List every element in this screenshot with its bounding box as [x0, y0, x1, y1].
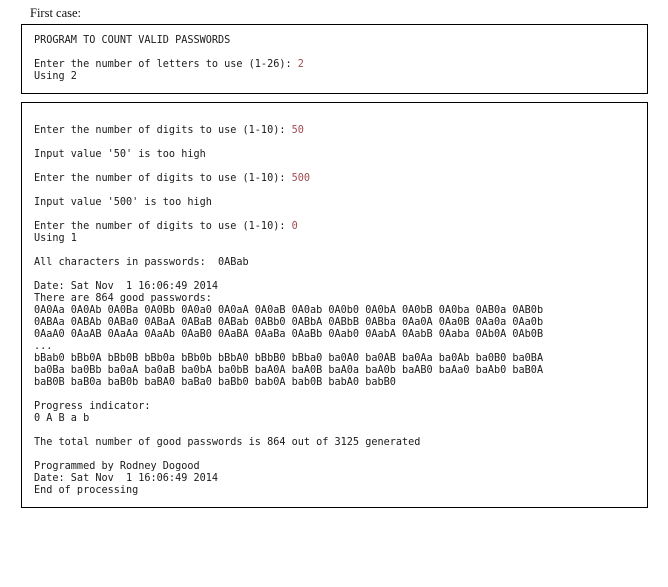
console-text-1: PROGRAM TO COUNT VALID PASSWORDS Enter t… [22, 25, 647, 93]
console-line-text: ... [34, 341, 53, 352]
console-line-text: All characters in passwords: 0ABab [34, 257, 249, 268]
console-line-text: The total number of good passwords is 86… [34, 437, 421, 448]
console-line: 0ABAa 0ABAb 0ABa0 0ABaA 0ABaB 0ABab 0ABb… [34, 317, 647, 329]
console-line-text: Input value '500' is too high [34, 197, 212, 208]
console-line-text: Enter the number of letters to use (1-26… [34, 59, 298, 70]
console-line-text: 0AaA0 0AaAB 0AaAa 0AaAb 0AaB0 0AaBA 0AaB… [34, 329, 544, 340]
console-line-text: bBab0 bBb0A bBb0B bBb0a bBb0b bBbA0 bBbB… [34, 353, 544, 364]
console-line-text: Enter the number of digits to use (1-10)… [34, 125, 292, 136]
console-line: There are 864 good passwords: [34, 293, 647, 305]
console-line-text: ba0Ba ba0Bb ba0aA ba0aB ba0bA ba0bB baA0… [34, 365, 544, 376]
console-line: Input value '50' is too high [34, 149, 647, 161]
console-line: ba0Ba ba0Bb ba0aA ba0aB ba0bA ba0bB baA0… [34, 365, 647, 377]
console-line: Date: Sat Nov 1 16:06:49 2014 [34, 473, 647, 485]
console-line-text: Enter the number of digits to use (1-10)… [34, 173, 292, 184]
console-line-text: 0 A B a b [34, 413, 90, 424]
console-line-text: Input value '50' is too high [34, 149, 206, 160]
console-line: baB0B baB0a baB0b baBA0 baBa0 baBb0 bab0… [34, 377, 647, 389]
user-input-value: 500 [291, 173, 311, 184]
page-title: First case: [30, 6, 82, 20]
console-line-text: 0A0Aa 0A0Ab 0A0Ba 0A0Bb 0A0a0 0A0aA 0A0a… [34, 305, 544, 316]
console-line: Programmed by Rodney Dogood [34, 461, 647, 473]
console-line: 0AaA0 0AaAB 0AaAa 0AaAb 0AaB0 0AaBA 0AaB… [34, 329, 647, 341]
console-line: Enter the number of digits to use (1-10)… [34, 173, 647, 185]
console-line-text: Using 1 [34, 233, 77, 244]
console-line-text: End of processing [34, 485, 139, 496]
console-line: Using 2 [34, 71, 647, 83]
console-line: Enter the number of digits to use (1-10)… [34, 221, 647, 233]
console-line-text: Progress indicator: [34, 401, 151, 412]
console-line-text: Enter the number of digits to use (1-10)… [34, 221, 292, 232]
console-line: 0A0Aa 0A0Ab 0A0Ba 0A0Bb 0A0a0 0A0aA 0A0a… [34, 305, 647, 317]
console-line-text: baB0B baB0a baB0b baBA0 baBa0 baBb0 bab0… [34, 377, 396, 388]
console-line: bBab0 bBb0A bBb0B bBb0a bBb0b bBbA0 bBbB… [34, 353, 647, 365]
user-input-value: 50 [291, 125, 304, 136]
console-line-text: PROGRAM TO COUNT VALID PASSWORDS [34, 35, 231, 46]
console-line-text: Programmed by Rodney Dogood [34, 461, 200, 472]
console-line: Input value '500' is too high [34, 197, 647, 209]
console-line: The total number of good passwords is 86… [34, 437, 647, 449]
user-input-value: 2 [297, 59, 304, 70]
console-line: Enter the number of letters to use (1-26… [34, 59, 647, 71]
console-line: Date: Sat Nov 1 16:06:49 2014 [34, 281, 647, 293]
console-line-text: Using 2 [34, 71, 77, 82]
console-line: Progress indicator: [34, 401, 647, 413]
console-line: ... [34, 341, 647, 353]
user-input-value: 0 [291, 221, 298, 232]
console-text-2: Enter the number of digits to use (1-10)… [22, 103, 647, 507]
console-line-text: 0ABAa 0ABAb 0ABa0 0ABaA 0ABaB 0ABab 0ABb… [34, 317, 544, 328]
console-line-text: There are 864 good passwords: [34, 293, 212, 304]
console-line-text: Date: Sat Nov 1 16:06:49 2014 [34, 281, 219, 292]
console-line-text: Date: Sat Nov 1 16:06:49 2014 [34, 473, 219, 484]
console-line: End of processing [34, 485, 647, 497]
console-line: Enter the number of digits to use (1-10)… [34, 125, 647, 137]
console-line: Using 1 [34, 233, 647, 245]
console-output-box-1: PROGRAM TO COUNT VALID PASSWORDS Enter t… [21, 24, 648, 94]
console-line: All characters in passwords: 0ABab [34, 257, 647, 269]
console-line: 0 A B a b [34, 413, 647, 425]
program-output-page: First case: PROGRAM TO COUNT VALID PASSW… [0, 0, 668, 587]
console-line: PROGRAM TO COUNT VALID PASSWORDS [34, 35, 647, 47]
console-output-box-2: Enter the number of digits to use (1-10)… [21, 102, 648, 508]
